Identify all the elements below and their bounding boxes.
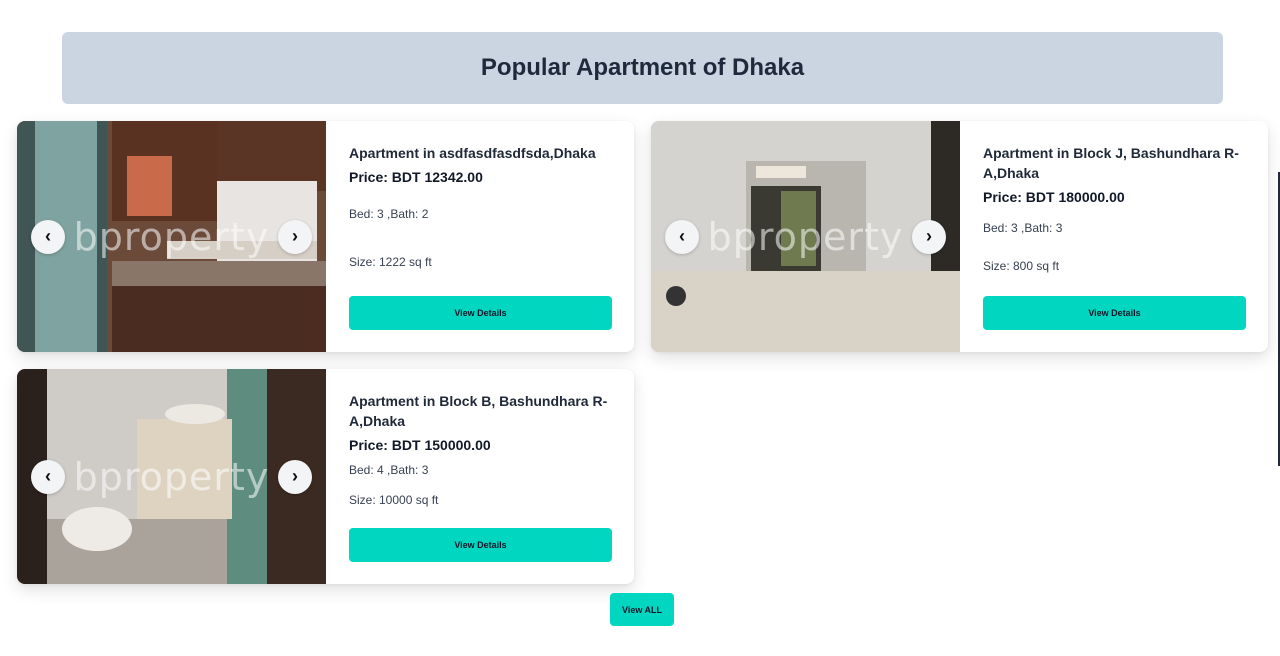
carousel-next-button[interactable]: › <box>278 219 312 254</box>
listing-card: bproperty ‹ › Apartment in Block J, Bash… <box>651 121 1268 352</box>
listing-size: Size: 800 sq ft <box>983 259 1060 273</box>
listing-card: bproperty ‹ › Apartment in Block B, Bash… <box>17 369 634 584</box>
view-details-button[interactable]: View Details <box>349 296 612 330</box>
listing-size: Size: 1222 sq ft <box>349 255 432 269</box>
carousel-next-button[interactable]: › <box>912 219 946 254</box>
listing-size: Size: 10000 sq ft <box>349 493 439 507</box>
listing-image: bproperty ‹ › <box>651 121 960 352</box>
listing-beds-baths: Bed: 3 ,Bath: 3 <box>983 221 1063 235</box>
listing-info: Apartment in Block J, Bashundhara R-A,Dh… <box>960 121 1268 352</box>
listing-image: bproperty ‹ › <box>17 369 326 584</box>
view-details-button[interactable]: View Details <box>349 528 612 562</box>
listing-beds-baths: Bed: 4 ,Bath: 3 <box>349 463 429 477</box>
carousel-prev-button[interactable]: ‹ <box>665 219 699 254</box>
listing-title: Apartment in asdfasdfasdfsda,Dhaka <box>349 145 596 161</box>
listing-title: Apartment in Block B, Bashundhara R-A,Dh… <box>349 393 608 429</box>
listing-price: Price: BDT 12342.00 <box>349 169 483 185</box>
view-all-button[interactable]: View ALL <box>610 593 674 626</box>
section-header: Popular Apartment of Dhaka <box>62 32 1223 104</box>
carousel-next-button[interactable]: › <box>278 459 312 494</box>
carousel-prev-button[interactable]: ‹ <box>31 219 65 254</box>
listing-price: Price: BDT 150000.00 <box>349 437 491 453</box>
view-details-button[interactable]: View Details <box>983 296 1246 330</box>
listing-info: Apartment in Block B, Bashundhara R-A,Dh… <box>326 369 634 584</box>
listing-beds-baths: Bed: 3 ,Bath: 2 <box>349 207 429 221</box>
listing-card: bproperty ‹ › Apartment in asdfasdfasdfs… <box>17 121 634 352</box>
section-title: Popular Apartment of Dhaka <box>480 54 805 81</box>
listing-info: Apartment in asdfasdfasdfsda,Dhaka Price… <box>326 121 634 352</box>
listing-price: Price: BDT 180000.00 <box>983 189 1125 205</box>
listing-title: Apartment in Block J, Bashundhara R-A,Dh… <box>983 145 1239 181</box>
carousel-prev-button[interactable]: ‹ <box>31 459 65 494</box>
listing-image: bproperty ‹ › <box>17 121 326 352</box>
